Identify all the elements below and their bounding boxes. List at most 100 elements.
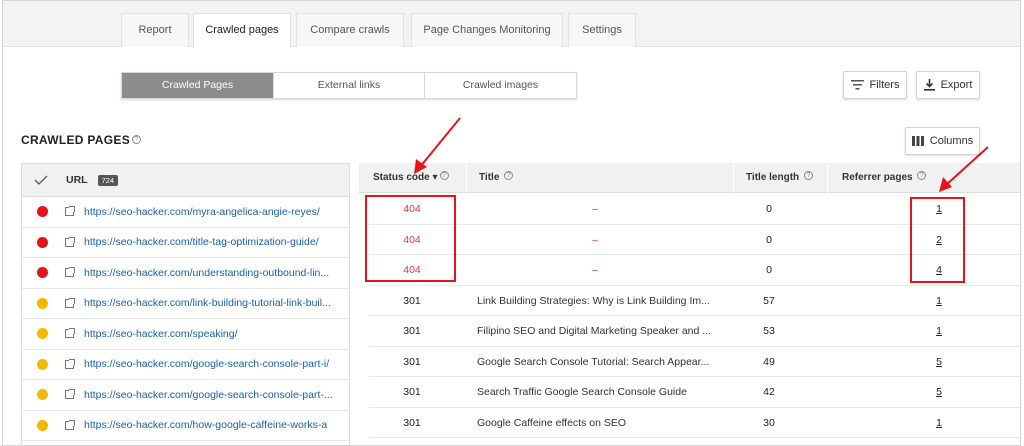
tab-crawled-pages[interactable]: Crawled pages — [193, 13, 291, 48]
url-list-header: URL 724 — [22, 164, 349, 197]
column-header-title[interactable]: Title ? — [466, 163, 732, 193]
help-icon[interactable]: ? — [504, 171, 514, 180]
url-list-item[interactable]: https://seo-hacker.com/understanding-out… — [22, 258, 349, 289]
url-link[interactable]: https://seo-hacker.com/google-search-con… — [84, 389, 333, 401]
help-icon[interactable]: ? — [132, 135, 142, 144]
sort-desc-icon[interactable]: ▾ — [432, 172, 437, 183]
column-header-status-code[interactable]: Status code ▾? — [358, 163, 458, 193]
filters-button[interactable]: Filters — [843, 71, 907, 99]
status-code-cell: 301 — [403, 416, 421, 429]
url-link[interactable]: https://seo-hacker.com/understanding-out… — [84, 267, 329, 279]
download-icon — [923, 79, 935, 91]
title-cell: Search Traffic Google Search Console Gui… — [477, 386, 687, 398]
status-code-label: Status code — [373, 172, 430, 183]
url-list-item[interactable]: https://seo-hacker.com/google-search-con… — [22, 350, 349, 380]
status-dot-icon — [37, 236, 48, 248]
url-link[interactable]: https://seo-hacker.com/link-building-tut… — [84, 297, 331, 309]
subtab-group: Crawled Pages External links Crawled ima… — [121, 72, 577, 99]
columns-label: Columns — [929, 135, 974, 147]
section-title: CRAWLED PAGES? — [21, 133, 142, 147]
subtab-crawled-images[interactable]: Crawled images — [425, 73, 576, 98]
external-link-icon[interactable] — [65, 206, 75, 217]
tab-settings[interactable]: Settings — [568, 13, 636, 47]
referrer-pages-link[interactable]: 1 — [899, 316, 979, 347]
table-header: Status code ▾? Title ? Title length ? Re… — [358, 163, 1020, 193]
status-code-cell: 301 — [403, 294, 421, 307]
table-row[interactable]: 301 Search Traffic Google Search Console … — [369, 377, 1020, 408]
title-length-label: Title length — [746, 172, 800, 183]
url-link[interactable]: https://seo-hacker.com/speaking/ — [84, 328, 238, 340]
external-link-icon[interactable] — [65, 267, 75, 278]
filter-icon — [850, 80, 864, 90]
export-button[interactable]: Export — [916, 71, 980, 99]
title-cell: Filipino SEO and Digital Marketing Speak… — [477, 325, 712, 337]
columns-button[interactable]: Columns — [905, 127, 980, 155]
url-link[interactable]: https://seo-hacker.com/how-google-caffei… — [84, 419, 327, 431]
url-link[interactable]: https://seo-hacker.com/myra-angelica-ang… — [84, 206, 320, 218]
url-list-item[interactable]: https://seo-hacker.com/link-building-tut… — [22, 289, 349, 319]
referrer-pages-link[interactable]: 5 — [899, 377, 979, 408]
title-cell: Google Caffeine effects on SEO — [477, 416, 627, 429]
help-icon[interactable]: ? — [917, 171, 927, 180]
external-link-icon[interactable] — [65, 389, 75, 400]
column-header-title-length[interactable]: Title length ? — [733, 163, 825, 193]
status-code-cell: 301 — [403, 325, 421, 337]
url-link[interactable]: https://seo-hacker.com/title-tag-optimiz… — [84, 236, 319, 248]
title-cell: Google Search Console Tutorial: Search A… — [477, 355, 710, 368]
app-frame: Report Crawled pages Compare crawls Page… — [2, 0, 1021, 446]
title-cell: – — [592, 233, 598, 246]
title-label: Title — [479, 172, 500, 183]
subtab-crawled-pages[interactable]: Crawled Pages — [122, 73, 274, 98]
status-code-cell: 301 — [403, 355, 421, 368]
subtab-external-links[interactable]: External links — [274, 73, 425, 98]
external-link-icon[interactable] — [65, 419, 75, 430]
title-length-cell: 53 — [763, 325, 775, 337]
table-row[interactable]: 301 Link Building Strategies: Why is Link… — [369, 286, 1020, 317]
url-list-item[interactable]: https://seo-hacker.com/myra-angelica-ang… — [22, 197, 349, 228]
table-row[interactable]: 301 Google Caffeine effects on SEO 30 1 — [369, 408, 1020, 439]
status-dot-icon — [37, 419, 48, 431]
tab-compare-crawls[interactable]: Compare crawls — [296, 13, 404, 47]
url-list-item[interactable]: https://seo-hacker.com/speaking/ — [22, 319, 349, 350]
referrer-highlight-box — [910, 197, 965, 283]
status-dot-icon — [37, 358, 48, 370]
title-length-cell: 57 — [763, 294, 775, 307]
help-icon[interactable]: ? — [803, 171, 813, 180]
status-code-cell: 301 — [403, 386, 421, 398]
title-length-cell: 0 — [766, 233, 772, 246]
title-length-cell: 42 — [763, 386, 775, 398]
url-count-badge: 724 — [97, 174, 119, 186]
referrer-pages-link[interactable]: 1 — [899, 286, 979, 317]
status-dot-icon — [37, 206, 48, 218]
url-list-panel: URL 724 https://seo-hacker.com/myra-ange… — [21, 163, 350, 445]
table-row[interactable]: 301 Filipino SEO and Digital Marketing Sp… — [369, 316, 1020, 347]
url-list-item[interactable]: https://seo-hacker.com/title-tag-optimiz… — [22, 228, 349, 258]
title-cell: Link Building Strategies: Why is Link Bu… — [477, 294, 710, 307]
external-link-icon[interactable] — [65, 328, 75, 339]
status-code-highlight-box — [365, 195, 456, 282]
referrer-pages-link[interactable]: 1 — [899, 408, 979, 439]
external-link-icon[interactable] — [65, 236, 75, 247]
title-length-cell: 0 — [766, 264, 772, 276]
url-column-header[interactable]: URL — [66, 174, 88, 186]
url-list-item[interactable]: https://seo-hacker.com/google-search-con… — [22, 380, 349, 411]
checkmark-icon[interactable] — [34, 175, 48, 185]
section-title-text: CRAWLED PAGES — [21, 133, 131, 147]
arrow-to-status-code — [419, 117, 461, 168]
title-cell: – — [592, 264, 598, 276]
table-row[interactable]: 301 Google Search Console Tutorial: Searc… — [369, 347, 1020, 378]
status-dot-icon — [37, 297, 48, 309]
main-tabbar: Report Crawled pages Compare crawls Page… — [3, 1, 1020, 48]
column-header-referrer-pages[interactable]: Referrer pages ? — [827, 163, 1020, 193]
filters-label: Filters — [869, 79, 900, 91]
tab-page-changes-monitoring[interactable]: Page Changes Monitoring — [411, 13, 563, 47]
url-list-item[interactable]: https://seo-hacker.com/how-google-caffei… — [22, 411, 349, 441]
title-cell: – — [592, 203, 598, 215]
tab-report[interactable]: Report — [121, 13, 189, 47]
help-icon[interactable]: ? — [439, 171, 449, 180]
referrer-pages-link[interactable]: 5 — [899, 347, 979, 378]
external-link-icon[interactable] — [65, 297, 75, 308]
columns-icon — [911, 136, 924, 146]
external-link-icon[interactable] — [65, 358, 75, 369]
url-link[interactable]: https://seo-hacker.com/google-search-con… — [84, 358, 329, 370]
